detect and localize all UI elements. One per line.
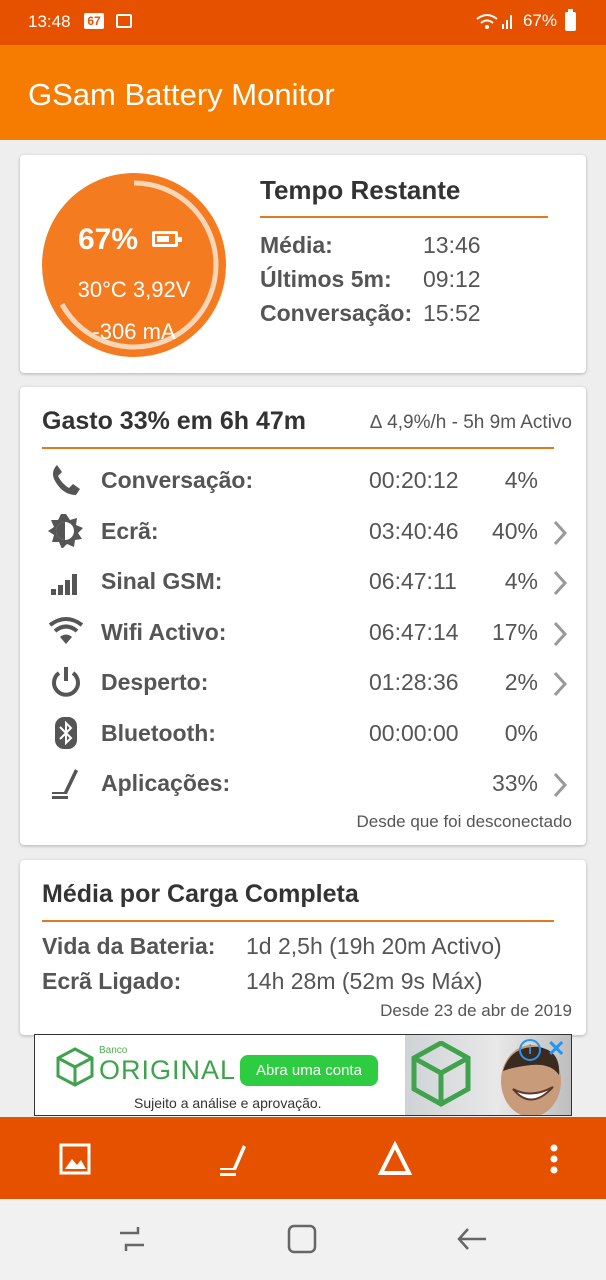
battery-life-row: Vida da Bateria: 1d 2,5h (19h 20m Activo) [42, 933, 502, 960]
remaining-row: Últimos 5m: 09:12 [260, 260, 548, 294]
usage-percent: 4% [504, 467, 538, 493]
usage-row-signal[interactable]: Sinal GSM: 06:47:11 4% [20, 556, 586, 607]
usage-percent: 17% [491, 618, 538, 645]
ad-cube-icon [411, 1041, 471, 1107]
full-charge-footer: Desde 23 de abr de 2019 [380, 1001, 572, 1020]
battery-icon [565, 8, 576, 31]
battery-gauge[interactable]: 67% 30°C 3,92V -306 mA [42, 173, 226, 357]
usage-name: Desperto: [101, 669, 209, 695]
usage-name: Bluetooth: [101, 719, 216, 746]
chevron-right-icon[interactable] [550, 772, 570, 798]
remaining-label: Média: [260, 232, 333, 258]
status-time: 13:48 [28, 12, 71, 31]
more-vert-icon[interactable] [534, 1139, 574, 1179]
usage-time: 00:20:12 [369, 467, 459, 493]
chevron-right-icon[interactable] [550, 671, 570, 697]
remaining-value: 15:52 [423, 300, 481, 326]
status-bar: 13:48 67 67% [0, 0, 606, 45]
summary-card: 67% 30°C 3,92V -306 mA Tempo Restante Mé… [20, 155, 586, 373]
remaining-value: 13:46 [423, 232, 481, 258]
bluetooth-icon [55, 716, 77, 749]
back-icon[interactable] [454, 1221, 490, 1257]
usage-list: Conversação: 00:20:12 4% Ecrã: 03:40:46 … [20, 455, 586, 809]
screen-on-row: Ecrã Ligado: 14h 28m (52m 9s Máx) [42, 968, 482, 995]
signal-bars-icon [51, 574, 77, 595]
divider [42, 920, 554, 922]
ad-close-icon[interactable]: ✕ [547, 1038, 567, 1060]
status-right: 67% [475, 8, 576, 31]
system-nav-bar [0, 1199, 606, 1280]
full-charge-label: Vida da Bateria: [42, 933, 216, 959]
usage-percent: 33% [491, 770, 538, 796]
chevron-right-icon[interactable] [550, 621, 570, 647]
usage-name: Ecrã: [101, 517, 159, 544]
usage-percent: 2% [504, 669, 538, 695]
wifi-icon [48, 616, 84, 644]
usage-time: 03:40:46 [369, 517, 459, 544]
usage-row-bluetooth: Bluetooth: 00:00:00 0% [20, 708, 586, 759]
apps-icon [52, 769, 78, 799]
full-charge-value: 1d 2,5h (19h 20m Activo) [246, 933, 502, 959]
screen-brightness-icon [48, 513, 83, 548]
usage-name: Wifi Activo: [101, 618, 227, 645]
full-charge-label: Ecrã Ligado: [42, 968, 182, 994]
divider [42, 447, 554, 449]
ad-brand: ORIGINAL [99, 1055, 237, 1085]
apps-icon[interactable] [214, 1139, 254, 1179]
app-bar: GSam Battery Monitor [0, 45, 606, 140]
battery-percent: 67% [522, 11, 557, 30]
app-title: GSam Battery Monitor [28, 77, 335, 112]
full-charge-title: Média por Carga Completa [42, 880, 359, 908]
usage-name: Sinal GSM: [101, 568, 223, 594]
full-charge-value: 14h 28m (52m 9s Máx) [246, 968, 483, 994]
usage-row-call: Conversação: 00:20:12 4% [20, 455, 586, 506]
usage-time: 06:47:14 [369, 618, 459, 645]
usage-card: Gasto 33% em 6h 47m ∆ 4,9%/h - 5h 9m Act… [20, 387, 586, 845]
ad-cta-button[interactable]: Abra uma conta [240, 1055, 378, 1086]
usage-title: Gasto 33% em 6h 47m [42, 407, 307, 435]
usage-footer: Desde que foi desconectado [356, 812, 573, 831]
ad-info-icon[interactable]: i [519, 1039, 541, 1061]
usage-percent: 40% [491, 517, 538, 544]
delta-icon[interactable] [375, 1139, 415, 1179]
usage-percent: 4% [504, 568, 538, 594]
usage-name: Conversação: [101, 467, 254, 493]
image-icon[interactable] [55, 1139, 95, 1179]
usage-name: Aplicações: [101, 770, 231, 796]
usage-row-apps[interactable]: Aplicações: 33% [20, 758, 586, 809]
remaining-row: Conversação: 15:52 [260, 294, 548, 328]
usage-row-screen[interactable]: Ecrã: 03:40:46 40% [20, 506, 586, 557]
notification-badge: 67 [84, 13, 104, 29]
gallery-notification-icon [116, 14, 132, 28]
wifi-signal-icon [476, 14, 512, 29]
remaining-label: Conversação: [260, 300, 413, 326]
usage-time: 06:47:11 [369, 568, 457, 594]
time-remaining-title: Tempo Restante [260, 175, 548, 218]
full-charge-card: Média por Carga Completa Vida da Bateria… [20, 860, 586, 1035]
recents-icon[interactable] [114, 1221, 150, 1257]
ad-tagline: Sujeito a análise e aprovação. [134, 1095, 322, 1111]
time-remaining: Tempo Restante Média: 13:46 Últimos 5m: 09… [260, 175, 548, 328]
gauge-temp-voltage: 30°C 3,92V [77, 277, 191, 302]
home-icon[interactable] [284, 1221, 320, 1257]
remaining-row: Média: 13:46 [260, 226, 548, 260]
power-icon [52, 667, 80, 697]
usage-percent: 0% [504, 719, 538, 746]
usage-rate: ∆ 4,9%/h - 5h 9m Activo [370, 412, 572, 433]
gauge-current: -306 mA [92, 319, 176, 344]
ad-banner[interactable]: Banco ORIGINAL Abra uma conta Sujeito a … [34, 1034, 572, 1116]
usage-time: 01:28:36 [369, 669, 459, 695]
usage-row-awake[interactable]: Desperto: 01:28:36 2% [20, 657, 586, 708]
battery-charge-icon [152, 231, 182, 247]
ad-logo-icon [56, 1047, 94, 1087]
phone-icon [53, 465, 80, 495]
chevron-right-icon[interactable] [550, 520, 570, 546]
usage-time: 00:00:00 [369, 719, 459, 746]
remaining-value: 09:12 [423, 266, 481, 292]
chevron-right-icon[interactable] [550, 570, 570, 596]
remaining-label: Últimos 5m: [260, 266, 392, 292]
bottom-toolbar [0, 1117, 606, 1199]
gauge-percent: 67% [78, 223, 139, 256]
usage-row-wifi[interactable]: Wifi Activo: 06:47:14 17% [20, 607, 586, 658]
